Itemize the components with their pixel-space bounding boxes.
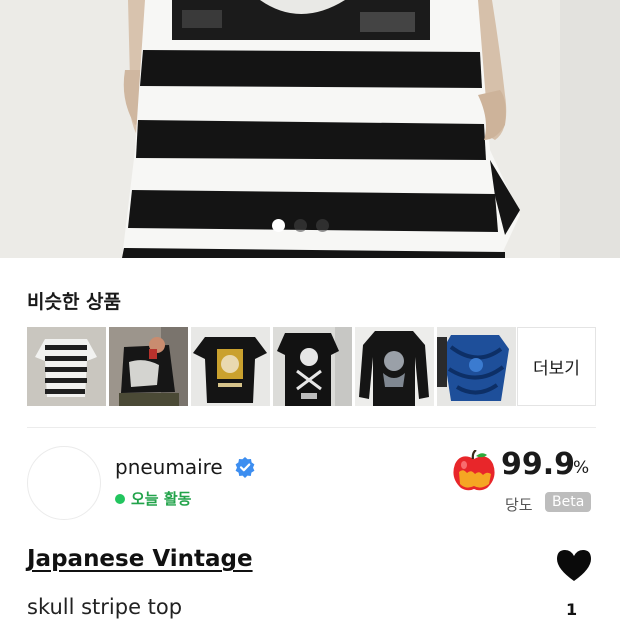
- carousel-dot[interactable]: [316, 219, 329, 232]
- seller-activity-status: 오늘 활동: [115, 488, 191, 509]
- verified-badge-icon: [234, 456, 256, 482]
- similar-products-list: [27, 327, 516, 406]
- brand-link[interactable]: Japanese Vintage: [27, 546, 253, 572]
- carousel-dot-active[interactable]: [272, 219, 285, 232]
- product-name: skull stripe top: [27, 595, 183, 619]
- apple-score-icon: [451, 449, 497, 496]
- graphic-tee-person-thumbnail[interactable]: [109, 327, 188, 406]
- seller-name[interactable]: pneumaire: [115, 455, 223, 479]
- tiger-print-tee-thumbnail[interactable]: [191, 327, 270, 406]
- like-count: 1: [566, 600, 578, 619]
- striped-shirt-thumbnail[interactable]: [27, 327, 106, 406]
- freshness-label: 당도: [505, 496, 533, 514]
- like-heart-icon[interactable]: [555, 548, 593, 586]
- carousel-indicator: [272, 219, 329, 232]
- see-more-button[interactable]: 더보기: [517, 327, 596, 406]
- product-image-carousel[interactable]: [0, 0, 620, 258]
- freshness-score: 99.9: [501, 447, 576, 482]
- online-dot-icon: [115, 493, 125, 504]
- section-divider: [27, 427, 596, 428]
- activity-text: 오늘 활동: [131, 490, 192, 508]
- carousel-dot[interactable]: [294, 219, 307, 232]
- similar-products-title: 비슷한 상품: [27, 291, 122, 313]
- blue-tiedye-tee-thumbnail[interactable]: [437, 327, 516, 406]
- skull-print-tee-thumbnail[interactable]: [273, 327, 352, 406]
- freshness-score-unit: %: [573, 458, 590, 478]
- longsleeve-print-thumbnail[interactable]: [355, 327, 434, 406]
- seller-avatar[interactable]: [27, 446, 101, 520]
- beta-badge: Beta: [545, 492, 592, 512]
